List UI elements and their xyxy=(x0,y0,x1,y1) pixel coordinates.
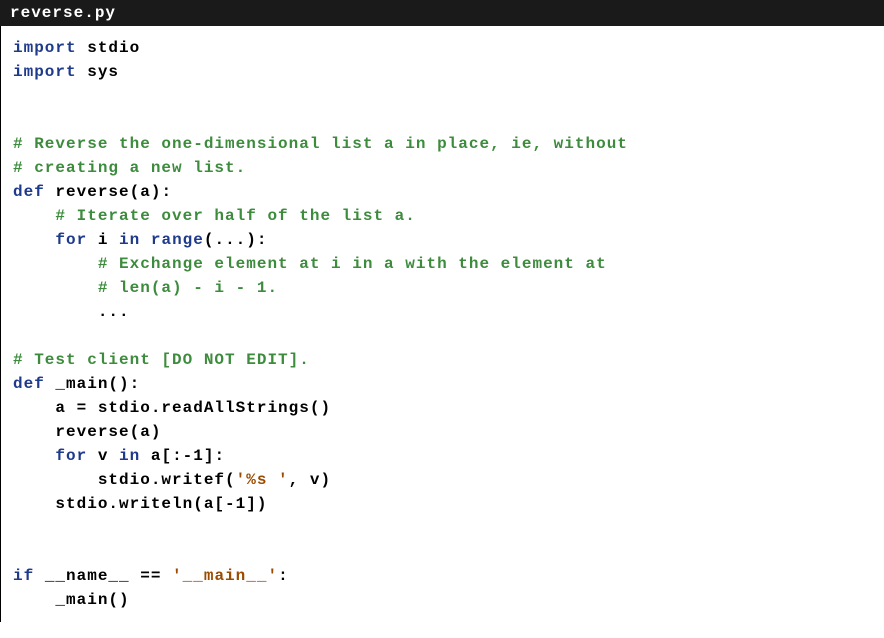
code-line: stdio.writeln(a[-1]) xyxy=(55,495,267,513)
ellipsis: ... xyxy=(98,303,130,321)
keyword-def: def xyxy=(13,183,45,201)
keyword-in: in xyxy=(119,231,140,249)
string-literal: '%s ' xyxy=(236,471,289,489)
keyword-import: import xyxy=(13,39,77,57)
comment-line: # Iterate over half of the list a. xyxy=(55,207,415,225)
code-line: reverse(a) xyxy=(55,423,161,441)
function-name: reverse(a): xyxy=(55,183,172,201)
keyword-import: import xyxy=(13,63,77,81)
keyword-for: for xyxy=(55,447,87,465)
file-header: reverse.py xyxy=(0,0,884,26)
module-sys: sys xyxy=(87,63,119,81)
range-args: (...): xyxy=(204,231,268,249)
slice-expr: a[:-1]: xyxy=(151,447,225,465)
loop-var: i xyxy=(98,231,109,249)
comment-line: # Exchange element at i in a with the el… xyxy=(98,255,607,273)
comment-line: # Test client [DO NOT EDIT]. xyxy=(13,351,310,369)
builtin-range: range xyxy=(151,231,204,249)
string-literal: '__main__' xyxy=(172,567,278,585)
function-name: _main(): xyxy=(55,375,140,393)
comment-line: # len(a) - i - 1. xyxy=(98,279,278,297)
filename: reverse.py xyxy=(10,4,116,22)
keyword-in: in xyxy=(119,447,140,465)
loop-var: v xyxy=(98,447,109,465)
code-block: import stdio import sys # Reverse the on… xyxy=(0,26,884,622)
code-line: a = stdio.readAllStrings() xyxy=(55,399,331,417)
code-line: _main() xyxy=(55,591,129,609)
keyword-if: if xyxy=(13,567,34,585)
keyword-def: def xyxy=(13,375,45,393)
colon: : xyxy=(278,567,289,585)
comment-line: # Reverse the one-dimensional list a in … xyxy=(13,135,628,153)
dunder-name: __name__ == xyxy=(45,567,162,585)
code-line: stdio.writef( xyxy=(98,471,236,489)
keyword-for: for xyxy=(55,231,87,249)
code-line: , v) xyxy=(289,471,331,489)
comment-line: # creating a new list. xyxy=(13,159,246,177)
module-stdio: stdio xyxy=(87,39,140,57)
